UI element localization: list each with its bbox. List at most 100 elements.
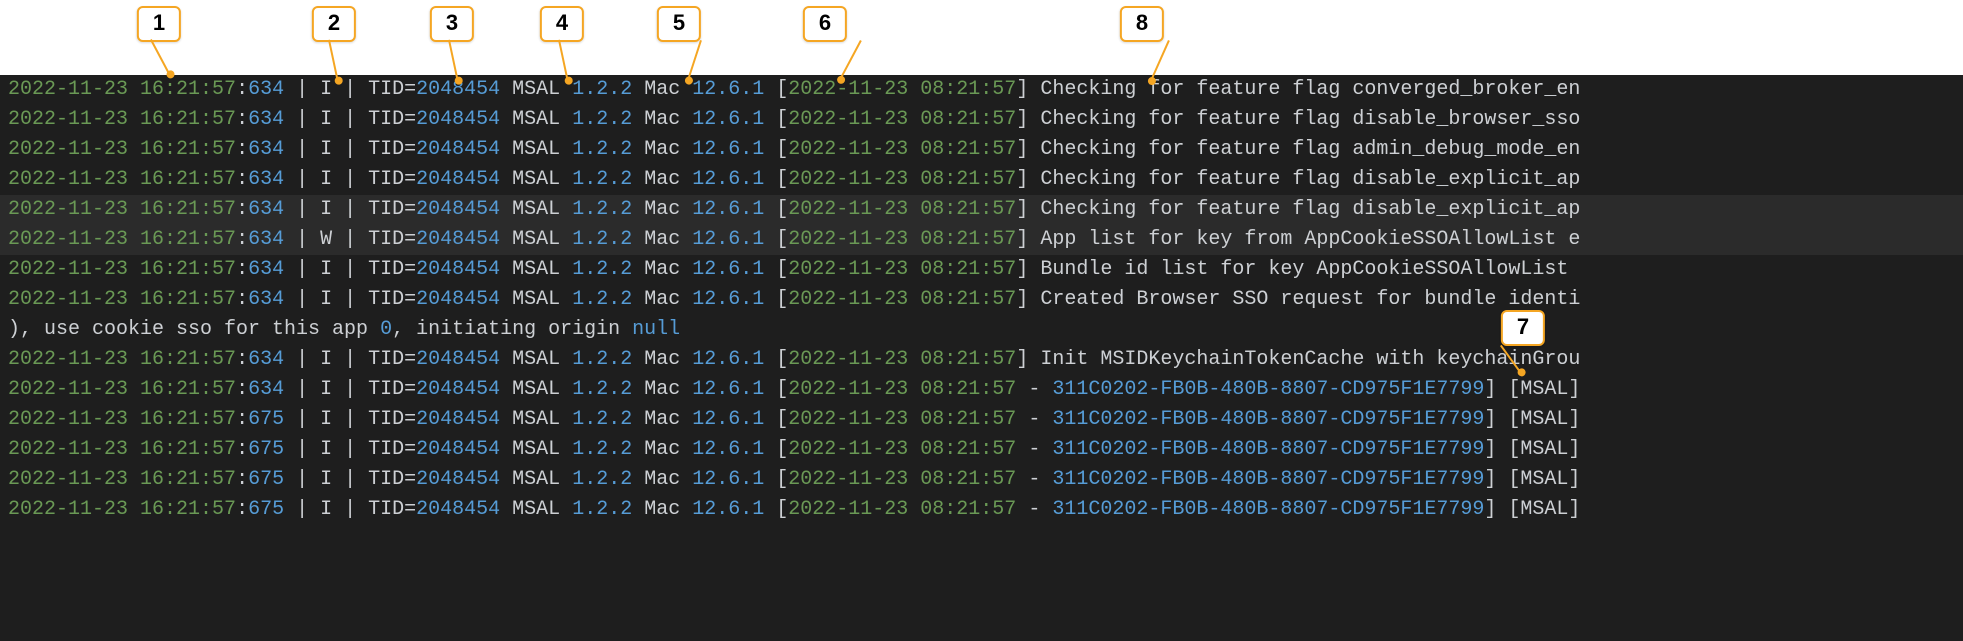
log-time: 16:21:57 <box>128 138 236 161</box>
log-lib-version: 1.2.2 <box>572 168 632 191</box>
log-row[interactable]: 2022-11-23 16:21:57:634 | I | TID=204845… <box>0 375 1963 405</box>
log-os-version: 12.6.1 <box>692 108 764 131</box>
log-row[interactable]: ), use cookie sso for this app 0, initia… <box>0 315 1963 345</box>
log-inner-time: 08:21:57 <box>908 288 1016 311</box>
log-time: 16:21:57 <box>128 168 236 191</box>
log-message: Created Browser SSO request for bundle i… <box>1040 288 1580 311</box>
log-continuation-null: null <box>632 318 680 341</box>
log-level: I <box>320 438 332 461</box>
log-os-version: 12.6.1 <box>692 348 764 371</box>
log-inner-time: 08:21:57 <box>908 378 1016 401</box>
log-tid-label: TID= <box>368 198 416 221</box>
log-correlation-id: 311C0202-FB0B-480B-8807-CD975F1E7799 <box>1052 468 1484 491</box>
log-ms: 634 <box>248 168 284 191</box>
log-message: Bundle id list for key AppCookieSSOAllow… <box>1040 258 1580 281</box>
log-viewer[interactable]: 2022-11-23 16:21:57:634 | I | TID=204845… <box>0 75 1963 641</box>
log-tid-label: TID= <box>368 468 416 491</box>
log-tid: 2048454 <box>416 408 500 431</box>
log-date: 2022-11-23 <box>8 408 128 431</box>
log-message: Checking for feature flag admin_debug_mo… <box>1040 138 1580 161</box>
log-inner-date: 2022-11-23 <box>788 198 908 221</box>
log-date: 2022-11-23 <box>8 258 128 281</box>
log-row[interactable]: 2022-11-23 16:21:57:634 | I | TID=204845… <box>0 195 1963 225</box>
log-lib: MSAL <box>500 408 572 431</box>
log-correlation-id: 311C0202-FB0B-480B-8807-CD975F1E7799 <box>1052 438 1484 461</box>
log-date: 2022-11-23 <box>8 138 128 161</box>
log-lib-version: 1.2.2 <box>572 228 632 251</box>
log-ms: 675 <box>248 468 284 491</box>
log-ms: 675 <box>248 438 284 461</box>
callout-bubble-4: 4 <box>540 6 584 42</box>
log-date: 2022-11-23 <box>8 168 128 191</box>
log-level: I <box>320 348 332 371</box>
log-row[interactable]: 2022-11-23 16:21:57:675 | I | TID=204845… <box>0 495 1963 525</box>
log-time: 16:21:57 <box>128 348 236 371</box>
log-correlation-id: 311C0202-FB0B-480B-8807-CD975F1E7799 <box>1052 408 1484 431</box>
log-time: 16:21:57 <box>128 408 236 431</box>
log-inner-time: 08:21:57 <box>908 258 1016 281</box>
log-row[interactable]: 2022-11-23 16:21:57:675 | I | TID=204845… <box>0 465 1963 495</box>
log-ms: 634 <box>248 378 284 401</box>
log-ms: 634 <box>248 78 284 101</box>
log-date: 2022-11-23 <box>8 438 128 461</box>
log-lib-version: 1.2.2 <box>572 78 632 101</box>
log-row[interactable]: 2022-11-23 16:21:57:634 | I | TID=204845… <box>0 75 1963 105</box>
log-lib-version: 1.2.2 <box>572 108 632 131</box>
log-tid-label: TID= <box>368 378 416 401</box>
log-ms: 634 <box>248 348 284 371</box>
log-message: Checking for feature flag converged_brok… <box>1040 78 1580 101</box>
log-inner-time: 08:21:57 <box>908 108 1016 131</box>
log-lib-version: 1.2.2 <box>572 198 632 221</box>
log-lib: MSAL <box>500 438 572 461</box>
log-row[interactable]: 2022-11-23 16:21:57:634 | I | TID=204845… <box>0 135 1963 165</box>
log-level: W <box>320 228 332 251</box>
callout-bubble-1: 1 <box>137 6 181 42</box>
log-tid-label: TID= <box>368 138 416 161</box>
log-lib: MSAL <box>500 498 572 521</box>
log-row[interactable]: 2022-11-23 16:21:57:675 | I | TID=204845… <box>0 435 1963 465</box>
log-ms: 634 <box>248 228 284 251</box>
log-os: Mac <box>632 288 692 311</box>
log-os: Mac <box>632 138 692 161</box>
log-inner-time: 08:21:57 <box>908 408 1016 431</box>
log-message: Init MSIDKeychainTokenCache with keychai… <box>1040 348 1580 371</box>
log-ms: 634 <box>248 288 284 311</box>
log-row[interactable]: 2022-11-23 16:21:57:634 | I | TID=204845… <box>0 285 1963 315</box>
log-os-version: 12.6.1 <box>692 468 764 491</box>
log-time: 16:21:57 <box>128 438 236 461</box>
log-lib: MSAL <box>500 348 572 371</box>
log-inner-date: 2022-11-23 <box>788 348 908 371</box>
log-row[interactable]: 2022-11-23 16:21:57:634 | I | TID=204845… <box>0 345 1963 375</box>
log-row[interactable]: 2022-11-23 16:21:57:634 | I | TID=204845… <box>0 255 1963 285</box>
log-os-version: 12.6.1 <box>692 258 764 281</box>
log-date: 2022-11-23 <box>8 108 128 131</box>
callout-layer <box>0 0 1963 75</box>
log-tid: 2048454 <box>416 108 500 131</box>
log-inner-date: 2022-11-23 <box>788 288 908 311</box>
log-level: I <box>320 408 332 431</box>
log-inner-time: 08:21:57 <box>908 198 1016 221</box>
log-row[interactable]: 2022-11-23 16:21:57:634 | I | TID=204845… <box>0 165 1963 195</box>
log-row[interactable]: 2022-11-23 16:21:57:675 | I | TID=204845… <box>0 405 1963 435</box>
log-level: I <box>320 108 332 131</box>
log-time: 16:21:57 <box>128 198 236 221</box>
log-date: 2022-11-23 <box>8 288 128 311</box>
log-row[interactable]: 2022-11-23 16:21:57:634 | W | TID=204845… <box>0 225 1963 255</box>
log-level: I <box>320 168 332 191</box>
log-ms: 634 <box>248 108 284 131</box>
log-date: 2022-11-23 <box>8 78 128 101</box>
log-time: 16:21:57 <box>128 228 236 251</box>
log-lib: MSAL <box>500 468 572 491</box>
log-lib-version: 1.2.2 <box>572 438 632 461</box>
log-lib-version: 1.2.2 <box>572 288 632 311</box>
log-message: Checking for feature flag disable_browse… <box>1040 108 1580 131</box>
log-ms: 634 <box>248 198 284 221</box>
log-inner-date: 2022-11-23 <box>788 468 908 491</box>
log-row[interactable]: 2022-11-23 16:21:57:634 | I | TID=204845… <box>0 105 1963 135</box>
log-tid-label: TID= <box>368 498 416 521</box>
callout-bubble-5: 5 <box>657 6 701 42</box>
log-os: Mac <box>632 348 692 371</box>
log-os: Mac <box>632 258 692 281</box>
log-tid-label: TID= <box>368 168 416 191</box>
log-os-version: 12.6.1 <box>692 198 764 221</box>
